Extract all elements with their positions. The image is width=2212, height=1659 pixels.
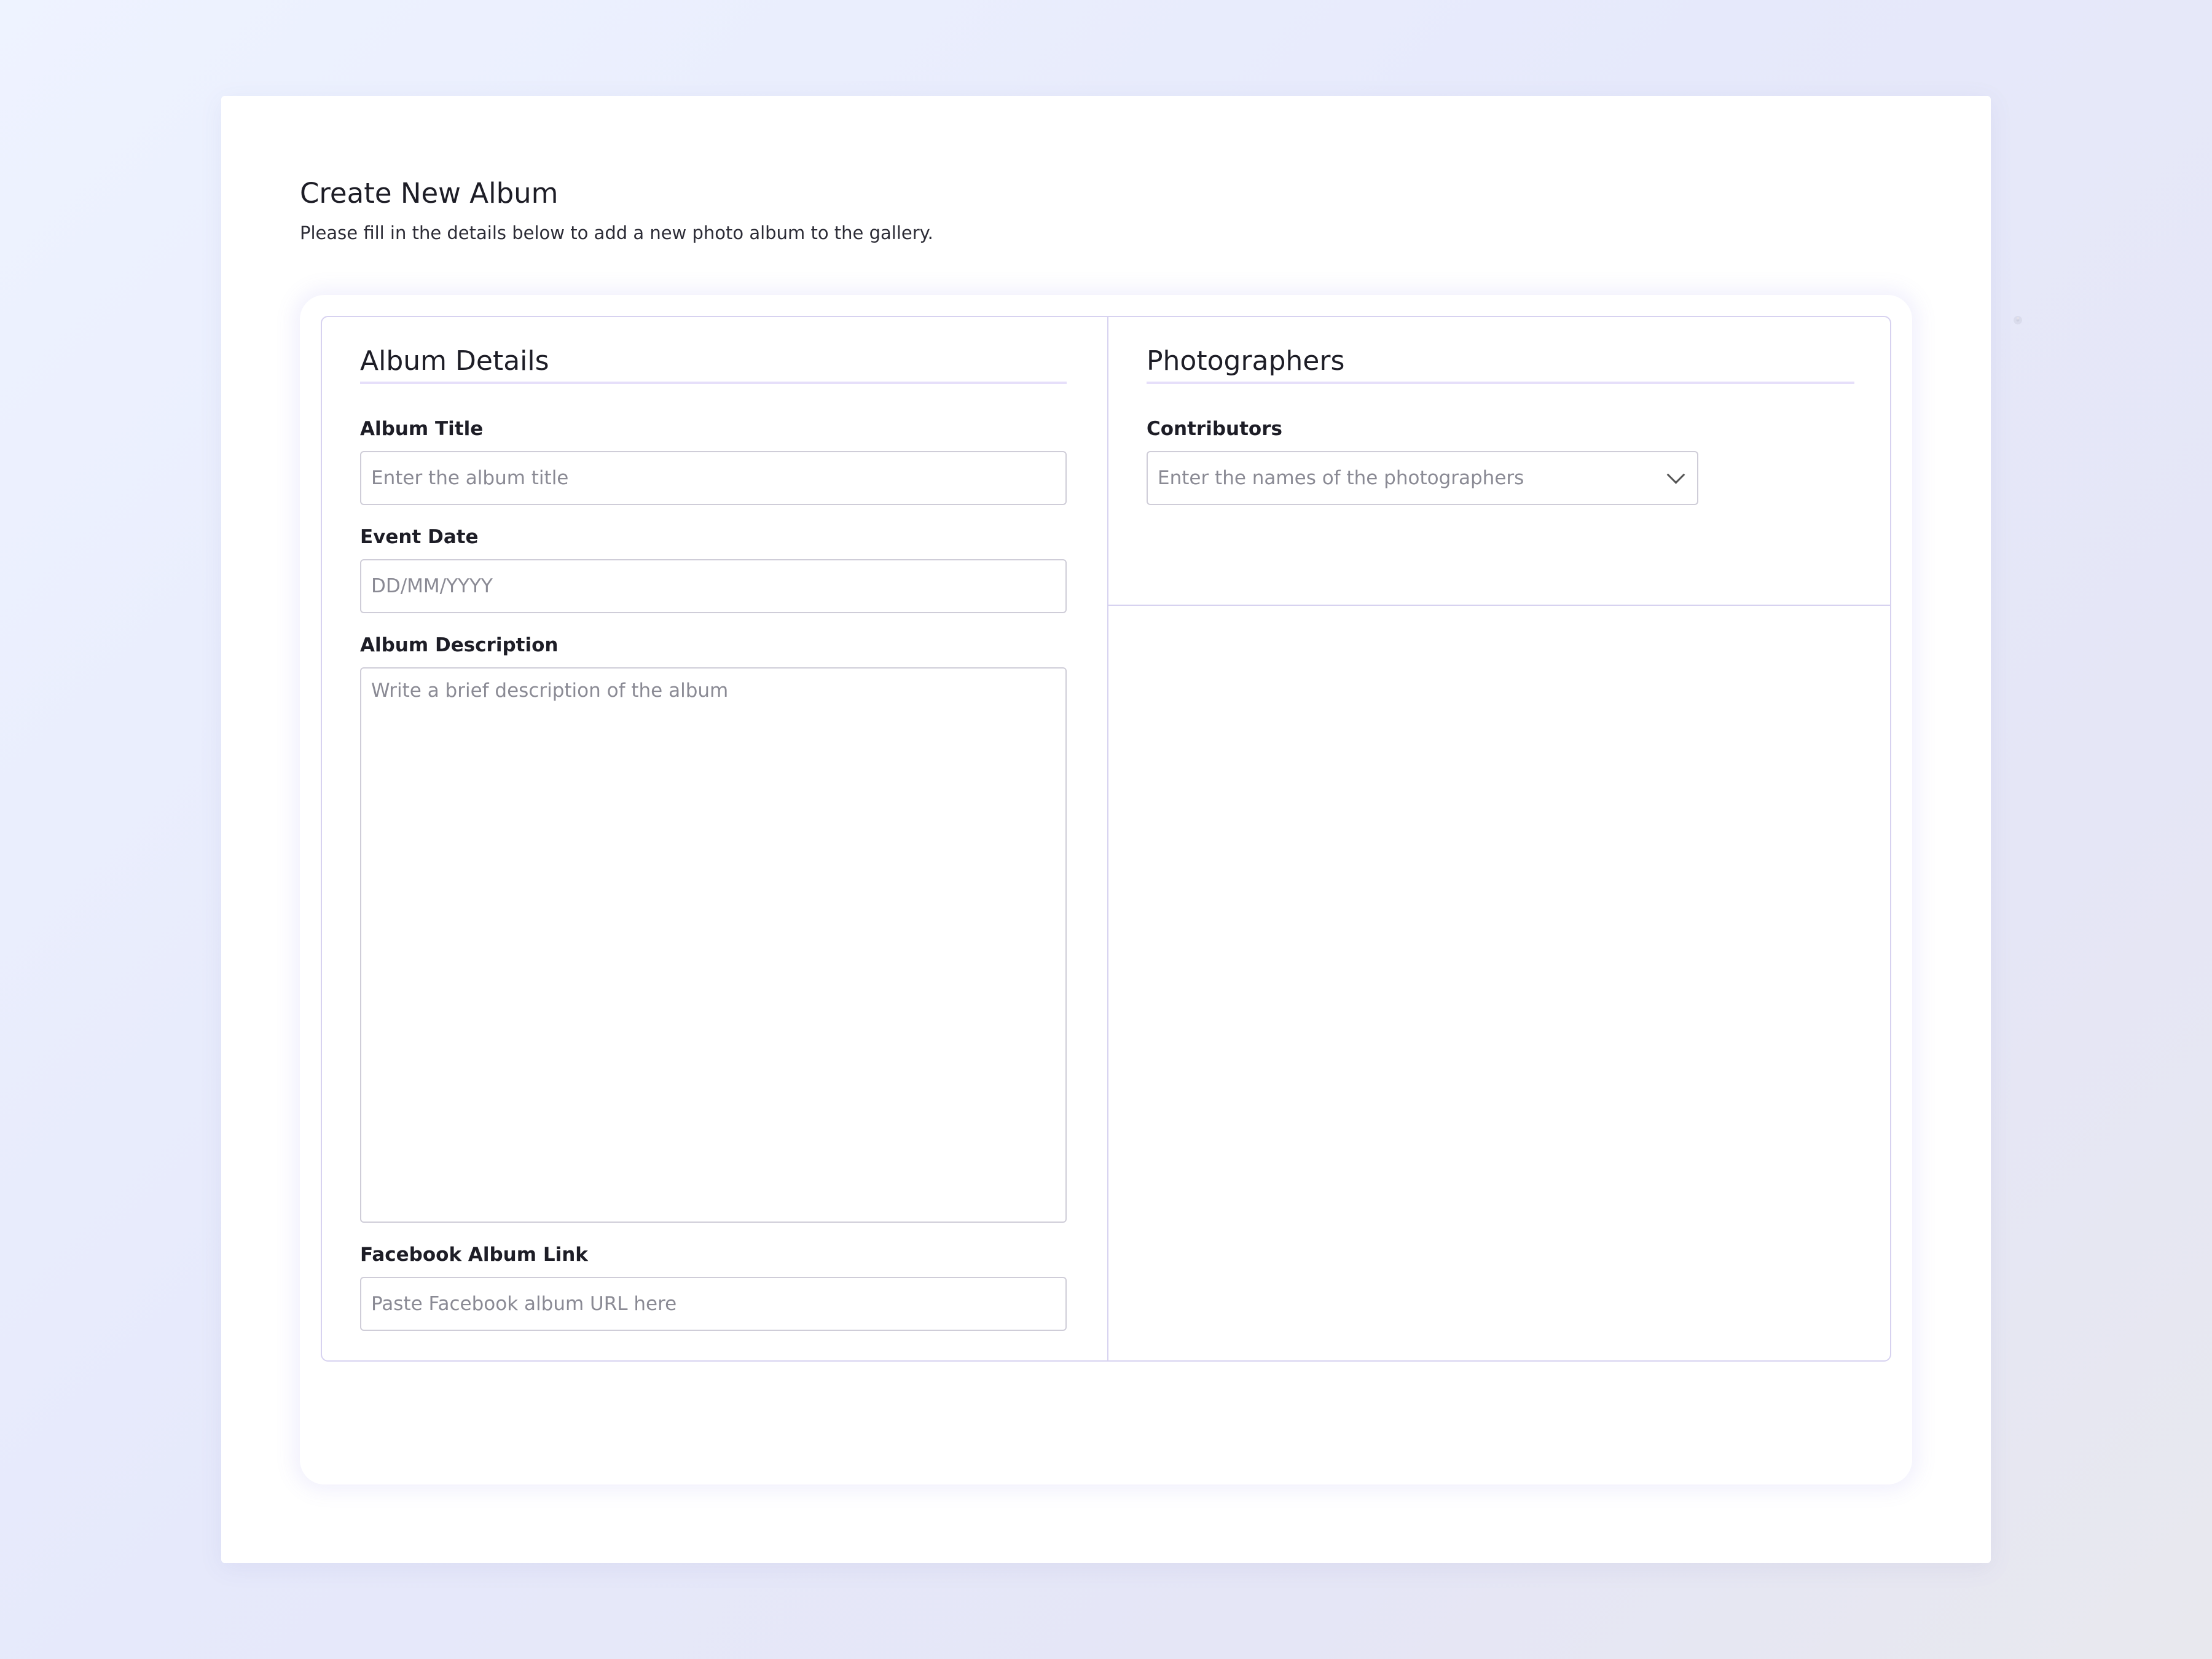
create-album-page: Create New Album Please fill in the deta… bbox=[221, 96, 2019, 1563]
section-divider bbox=[1107, 605, 1891, 606]
album-description-label: Album Description bbox=[360, 634, 559, 656]
photographers-heading: Photographers bbox=[1147, 345, 1854, 384]
chevron-down-icon[interactable] bbox=[1666, 465, 1685, 484]
facebook-link-label: Facebook Album Link bbox=[360, 1244, 588, 1266]
contributors-placeholder: Enter the names of the photographers bbox=[1158, 467, 1524, 489]
event-date-input[interactable]: DD/MM/YYYY bbox=[360, 559, 1067, 613]
facebook-link-input[interactable]: Paste Facebook album URL here bbox=[360, 1277, 1067, 1331]
album-title-label: Album Title bbox=[360, 418, 484, 440]
album-details-heading: Album Details bbox=[360, 345, 1067, 384]
event-date-label: Event Date bbox=[360, 526, 479, 548]
contributors-select[interactable]: Enter the names of the photographers bbox=[1147, 451, 1698, 505]
column-divider bbox=[1107, 317, 1108, 1360]
form-grid: Album Details Album Title Enter the albu… bbox=[321, 316, 2019, 1362]
album-title-input[interactable]: Enter the album title bbox=[360, 451, 1067, 505]
page-title: Create New Album bbox=[300, 177, 559, 210]
album-form-card: Album Details Album Title Enter the albu… bbox=[300, 295, 2019, 1484]
album-description-textarea[interactable]: Write a brief description of the album bbox=[360, 667, 1067, 1223]
contributors-label: Contributors bbox=[1147, 418, 1282, 440]
page-subtitle: Please fill in the details below to add … bbox=[300, 222, 933, 243]
